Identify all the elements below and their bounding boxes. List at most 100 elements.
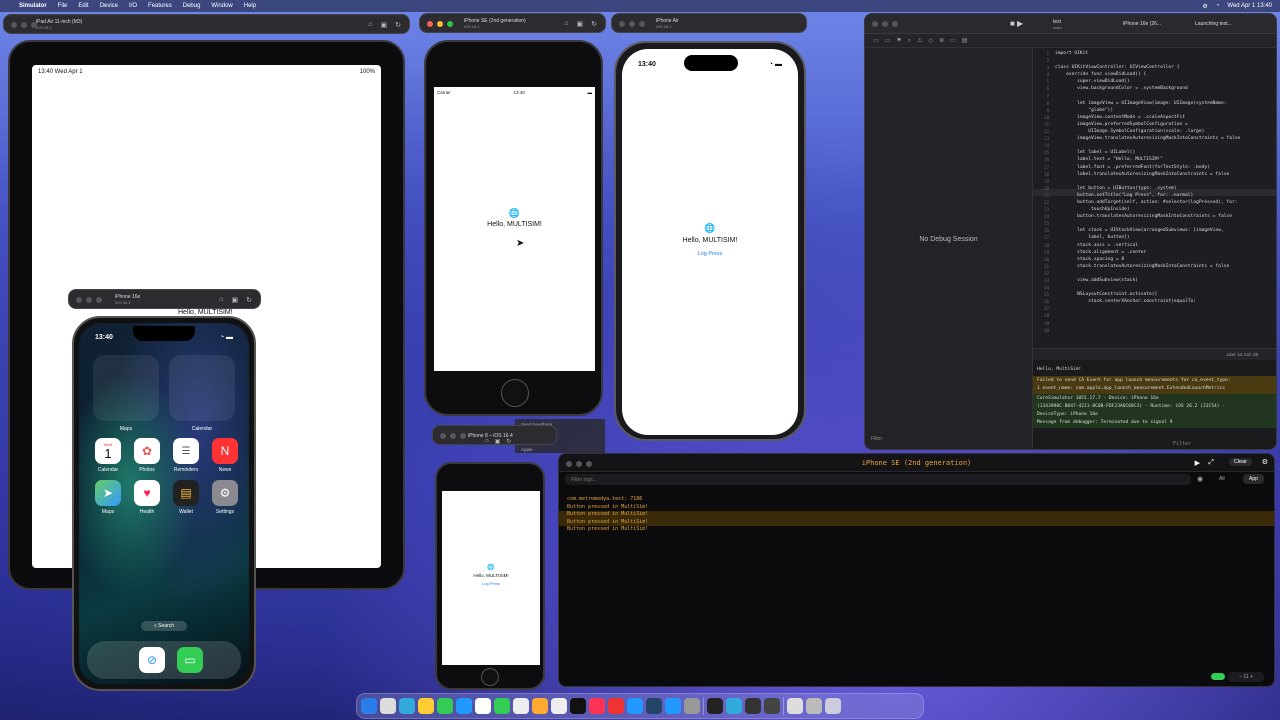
- ipad-window-titlebar[interactable]: iPad Air 11-inch (M3) iOS 26.2 ⌂ ▣ ↻: [3, 14, 410, 34]
- maps-app-icon[interactable]: ➤: [95, 480, 121, 506]
- facetime-dock-icon[interactable]: [494, 698, 510, 714]
- spotlight-search-pill[interactable]: ⌕ Search: [141, 621, 187, 631]
- screenshot-icon[interactable]: ▣: [232, 296, 239, 304]
- menu-window[interactable]: Window: [211, 3, 232, 9]
- news-app-icon[interactable]: N: [212, 438, 238, 464]
- safari-app-icon[interactable]: ⊘: [139, 647, 165, 673]
- menu-features[interactable]: Features: [148, 3, 172, 9]
- rotate-icon[interactable]: ↻: [591, 20, 597, 28]
- wallet-app-icon[interactable]: ▤: [173, 480, 199, 506]
- app-store-dock-icon[interactable]: [627, 698, 643, 714]
- photos-app-icon[interactable]: ✿: [134, 438, 160, 464]
- screenshot-icon[interactable]: ▣: [381, 21, 388, 29]
- iphone-air-window-titlebar[interactable]: iPhone Air iOS 26.2: [611, 13, 807, 33]
- launchpad-dock-icon[interactable]: [380, 698, 396, 714]
- iphone-8-window-titlebar[interactable]: iPhone 8 – iOS 16.4 ⌂ ▣ ↻: [432, 425, 557, 445]
- downloads-dock-icon[interactable]: [787, 698, 803, 714]
- home-button-icon[interactable]: ⌂: [368, 21, 372, 29]
- simulator-dock-icon[interactable]: [726, 698, 742, 714]
- screenshot-icon[interactable]: ▣: [577, 20, 584, 28]
- music-dock-icon[interactable]: [589, 698, 605, 714]
- mail-dock-icon[interactable]: [456, 698, 472, 714]
- home-button-icon[interactable]: ⌂: [219, 296, 223, 304]
- calendar-widget[interactable]: [169, 355, 235, 421]
- menu-file[interactable]: File: [58, 3, 68, 9]
- eye-icon[interactable]: ◉: [1197, 475, 1203, 483]
- testflight-dock-icon[interactable]: [608, 698, 624, 714]
- vscode-dock-icon[interactable]: [646, 698, 662, 714]
- menu-help[interactable]: Help: [244, 3, 256, 9]
- wifi-status-icon[interactable]: ◔: [1216, 3, 1220, 9]
- zoom-in-icon[interactable]: +: [1249, 674, 1253, 680]
- reminders-dock-icon[interactable]: [551, 698, 567, 714]
- console-filter[interactable]: Filter: [1173, 440, 1191, 448]
- clear-button[interactable]: Clear: [1228, 458, 1252, 466]
- messages-dock-icon[interactable]: [437, 698, 453, 714]
- settings-icon[interactable]: ⚙: [1262, 458, 1268, 466]
- safari-dock-icon[interactable]: [399, 698, 415, 714]
- trash-dock-icon[interactable]: [825, 698, 841, 714]
- iphone-se-window-titlebar[interactable]: iPhone SE (2nd generation) iOS 16.4 ⌂ ▣ ↻: [419, 13, 606, 33]
- notes-dock-icon[interactable]: [532, 698, 548, 714]
- console-device-title[interactable]: iPhone SE (2nd generation): [559, 459, 1274, 467]
- home-button-icon[interactable]: ⌂: [564, 20, 568, 28]
- rotate-icon[interactable]: ↻: [506, 438, 511, 445]
- menu-clock[interactable]: Wed Apr 1 13:40: [1227, 3, 1272, 9]
- font-size-stepper[interactable]: − 11 +: [1228, 672, 1264, 682]
- calendar-dock-icon[interactable]: [513, 698, 529, 714]
- console-dock-icon[interactable]: [764, 698, 780, 714]
- terminal-dock-icon[interactable]: [707, 698, 723, 714]
- iphone-16e-home-screen[interactable]: 13:40 ◔ ▬ Maps Calendar Wed 1 ✿ ☰ N Cale…: [79, 323, 249, 684]
- autoscroll-toggle[interactable]: [1211, 673, 1225, 680]
- play-icon[interactable]: ▶: [1195, 459, 1200, 467]
- messages-app-icon[interactable]: ▭: [177, 647, 203, 673]
- iphone-8-screen[interactable]: 🌐 Hello, MULTISIM! Log Press: [442, 491, 540, 665]
- reminders-app-icon[interactable]: ☰: [173, 438, 199, 464]
- log-press-button[interactable]: Log Press: [622, 251, 798, 257]
- xcode-dock-icon[interactable]: [665, 698, 681, 714]
- multisim-dock-icon[interactable]: [745, 698, 761, 714]
- log-press-button[interactable]: Log Press: [442, 581, 540, 586]
- window-controls[interactable]: [440, 433, 466, 439]
- code-editor[interactable]: import UIKit class UIKitViewController: …: [1055, 50, 1268, 305]
- iphone-air-screen[interactable]: 13:40 ◔ ▬ 🌐 Hello, MULTISIM! Log Press: [622, 49, 798, 435]
- menu-io[interactable]: I/O: [129, 3, 137, 9]
- menu-edit[interactable]: Edit: [78, 3, 88, 9]
- run-stop-icons[interactable]: ■ ▶: [1010, 19, 1023, 28]
- tv-dock-icon[interactable]: [570, 698, 586, 714]
- rotate-icon[interactable]: ↻: [395, 21, 401, 29]
- menu-app-name[interactable]: Simulator: [19, 3, 47, 9]
- photos-dock-icon[interactable]: [475, 698, 491, 714]
- window-controls[interactable]: [76, 297, 102, 303]
- scheme-selector[interactable]: iPhone 16e (26...: [1123, 21, 1161, 27]
- chrome-dock-icon[interactable]: [418, 698, 434, 714]
- menu-device[interactable]: Device: [100, 3, 118, 9]
- settings-app-icon[interactable]: ⚙: [212, 480, 238, 506]
- screenshot-icon[interactable]: ▣: [495, 438, 501, 445]
- home-button-icon[interactable]: ⌂: [485, 438, 489, 445]
- iphone-se-screen[interactable]: Carrier 13:40 ▬ 🌐 Hello, MULTISIM! ➤: [434, 87, 595, 371]
- window-controls[interactable]: [619, 21, 645, 27]
- finder-dock-icon[interactable]: [361, 698, 377, 714]
- navigator-filter[interactable]: Filter: [871, 436, 1026, 445]
- window-controls[interactable]: [427, 21, 453, 27]
- window-controls[interactable]: [872, 21, 898, 27]
- filter-tab-app[interactable]: App: [1243, 474, 1264, 484]
- control-center-icon[interactable]: ⚙: [1202, 3, 1207, 10]
- maps-widget[interactable]: [93, 355, 159, 421]
- navigator-tabs[interactable]: ▭▭⚑⌕⚠◇⊕▭▤: [865, 34, 1033, 48]
- window-controls[interactable]: [11, 22, 37, 28]
- menu-debug[interactable]: Debug: [183, 3, 201, 9]
- home-button[interactable]: [481, 668, 499, 686]
- system-settings-dock-icon[interactable]: [684, 698, 700, 714]
- filter-logs-input[interactable]: Filter logs...: [565, 474, 1191, 485]
- expand-icon[interactable]: ⤢: [1208, 459, 1214, 467]
- filter-tab-all[interactable]: All: [1219, 476, 1225, 482]
- home-button[interactable]: [501, 379, 529, 407]
- documents-dock-icon[interactable]: [806, 698, 822, 714]
- calendar-app-icon[interactable]: Wed 1: [95, 438, 121, 464]
- editor-jump-bar[interactable]: [1033, 34, 1276, 48]
- iphone-16e-window-titlebar[interactable]: iPhone 16e iOS 26.2 ⌂ ▣ ↻: [68, 289, 261, 309]
- health-app-icon[interactable]: ♥: [134, 480, 160, 506]
- rotate-icon[interactable]: ↻: [246, 296, 252, 304]
